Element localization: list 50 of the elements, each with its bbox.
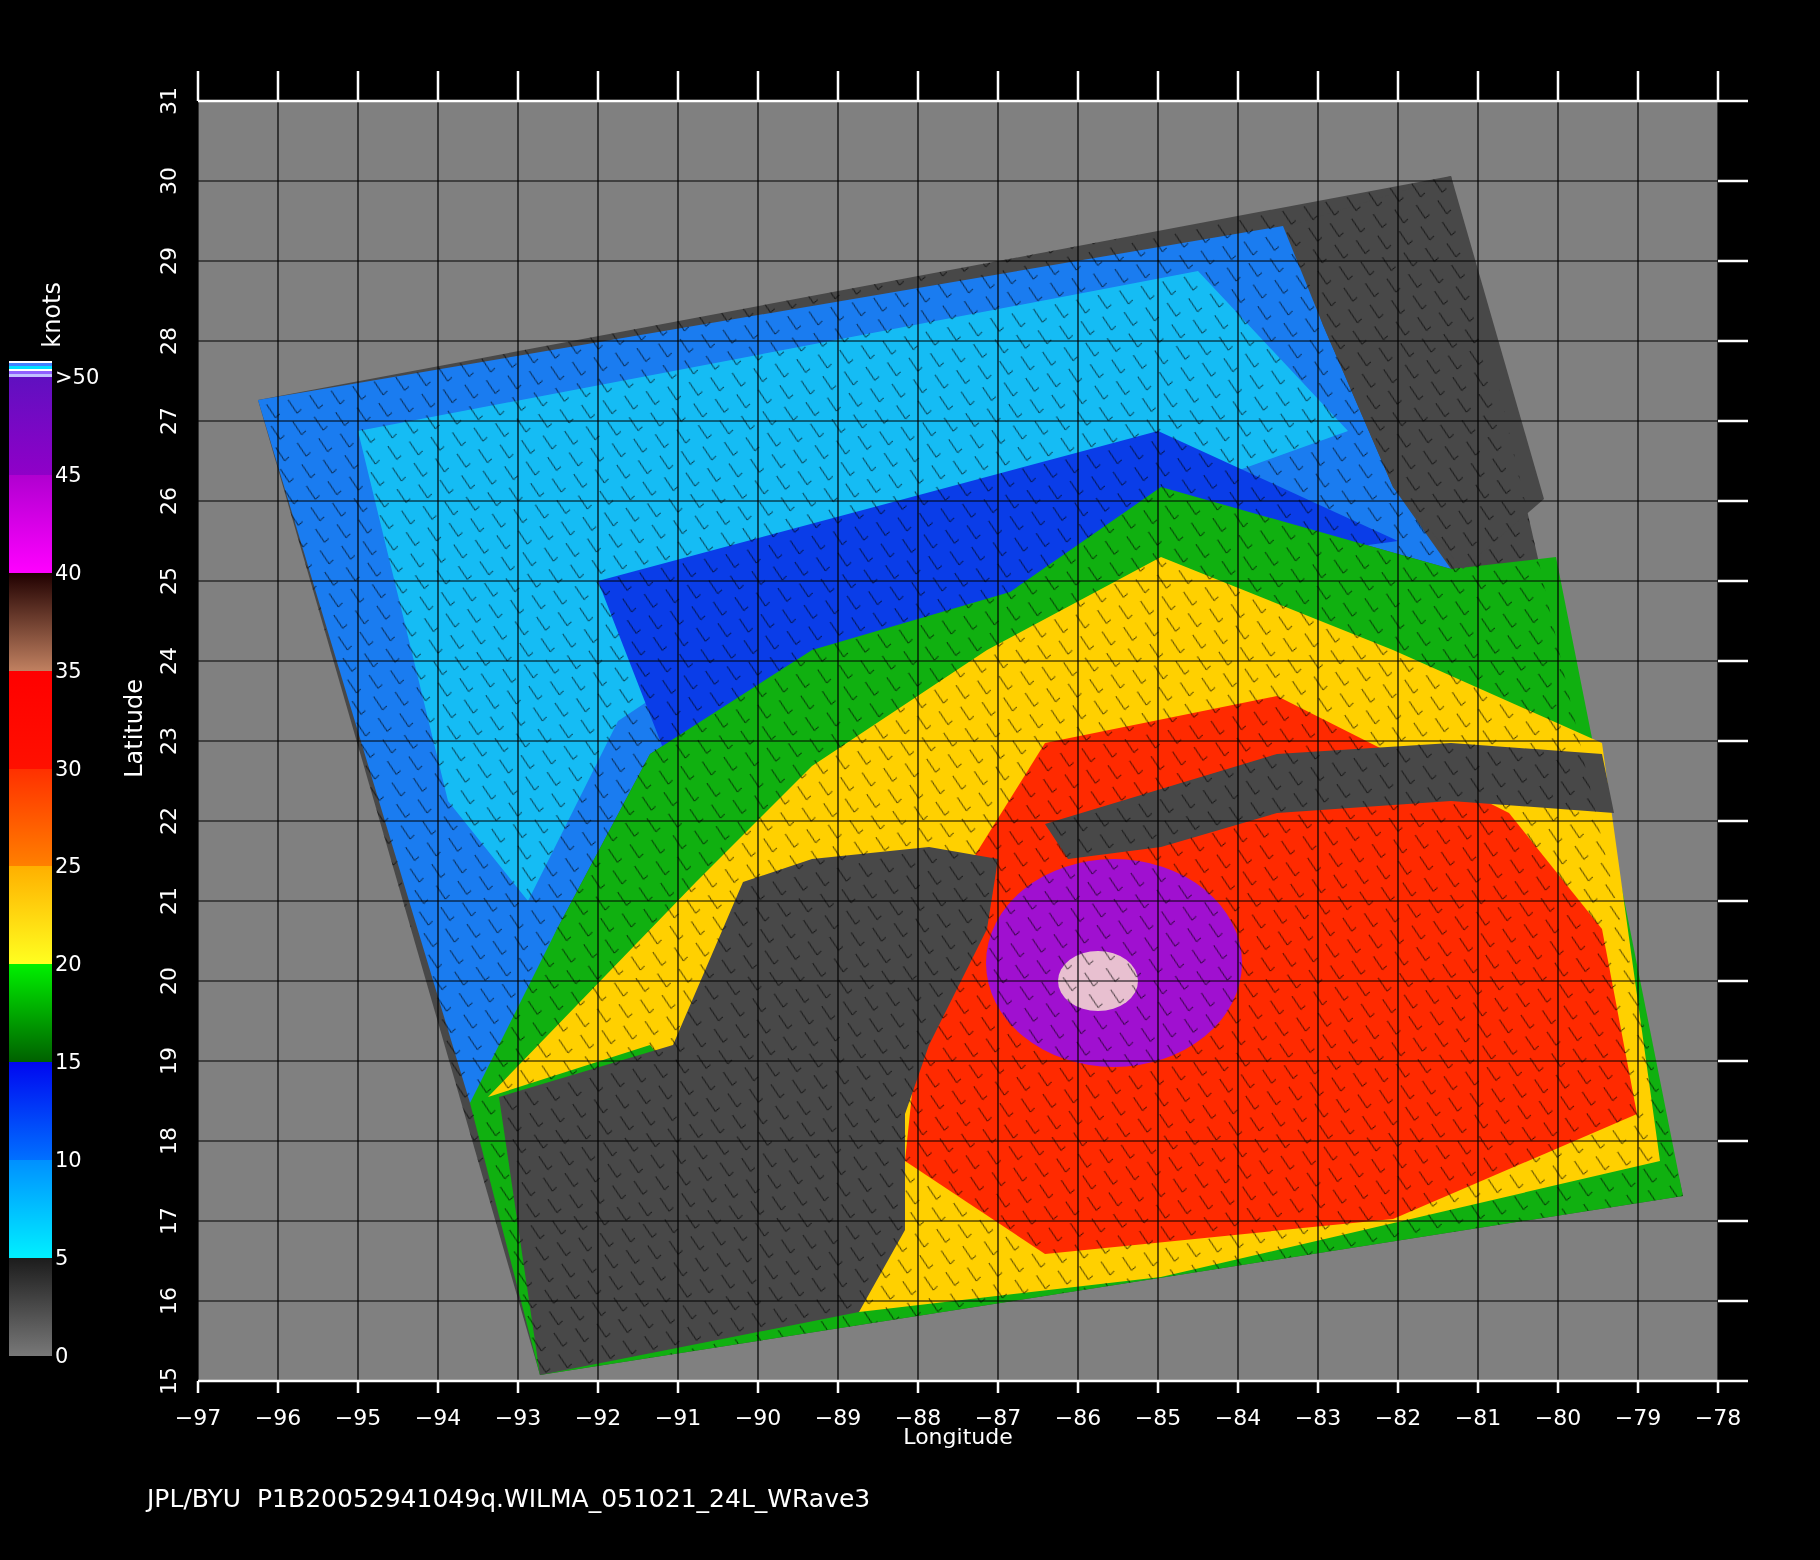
y-tick-label: 26 <box>155 487 181 515</box>
color-scale-label: >50 <box>55 364 100 390</box>
x-tick-label: −90 <box>733 1404 783 1432</box>
color-scale-label: 30 <box>55 755 83 782</box>
color-scale-label: 0 <box>55 1342 70 1369</box>
x-tick-label: −80 <box>1533 1404 1583 1432</box>
y-tick-label: 25 <box>155 567 181 595</box>
y-tick-label: 22 <box>155 807 181 835</box>
y-tick-label: 27 <box>155 407 181 435</box>
colorbar-unit-label: knots <box>38 282 66 348</box>
x-tick-label: −81 <box>1453 1404 1503 1432</box>
y-tick-label: 17 <box>155 1207 181 1235</box>
x-tick-label: −86 <box>1053 1404 1103 1432</box>
y-tick-label: 18 <box>155 1127 181 1155</box>
x-tick-label: −79 <box>1613 1404 1663 1432</box>
x-tick-label: −83 <box>1293 1404 1343 1432</box>
y-tick-label: 28 <box>155 327 181 355</box>
x-tick-label: −91 <box>653 1404 703 1432</box>
x-tick-label: −82 <box>1373 1404 1423 1432</box>
color-scale-label: 35 <box>55 657 83 684</box>
y-tick-label: 15 <box>155 1367 181 1395</box>
y-tick-label: 23 <box>155 727 181 755</box>
color-scale-label: 20 <box>55 951 83 978</box>
color-scale-label: 45 <box>55 461 83 488</box>
y-tick-label: 31 <box>155 87 181 115</box>
y-tick-label: 21 <box>155 887 181 915</box>
x-axis-title: Longitude <box>903 1424 1013 1450</box>
x-tick-label: −97 <box>173 1404 223 1432</box>
y-tick-label: 20 <box>155 967 181 995</box>
color-scale-label: 10 <box>55 1147 83 1174</box>
y-tick-label: 19 <box>155 1047 181 1075</box>
x-tick-label: −89 <box>813 1404 863 1432</box>
color-scale-label: 40 <box>55 559 83 586</box>
x-tick-label: −94 <box>413 1404 463 1432</box>
y-axis-title: Latitude <box>120 679 148 778</box>
image-caption: JPL/BYU P1B20052941049q.WILMA_051021_24L_WRave3 <box>147 1484 871 1513</box>
color-scale-label: 25 <box>55 853 83 880</box>
color-scale-label: 15 <box>55 1049 83 1076</box>
x-tick-label: −85 <box>1133 1404 1183 1432</box>
y-tick-label: 24 <box>155 647 181 675</box>
x-tick-label: −93 <box>493 1404 543 1432</box>
y-tick-label: 30 <box>155 167 181 195</box>
x-tick-label: −95 <box>333 1404 383 1432</box>
y-tick-label: 16 <box>155 1287 181 1315</box>
x-tick-label: −78 <box>1693 1404 1743 1432</box>
y-tick-label: 29 <box>155 247 181 275</box>
color-scale-label: 5 <box>55 1245 70 1271</box>
x-tick-label: −92 <box>573 1404 623 1432</box>
x-tick-label: −84 <box>1213 1404 1263 1432</box>
x-tick-label: −96 <box>253 1404 303 1432</box>
